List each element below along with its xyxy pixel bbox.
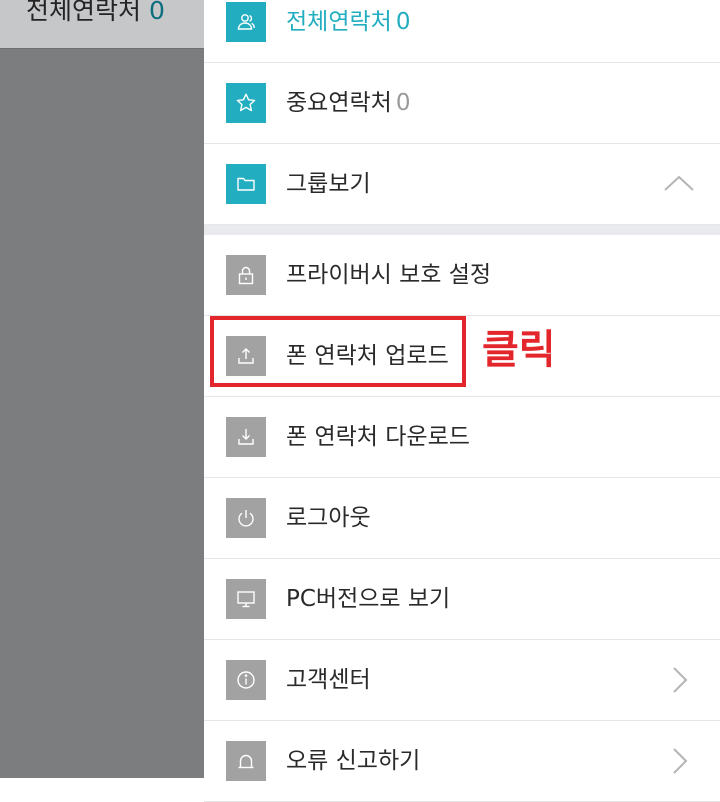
menu-item-report-error-label: 오류 신고하기 <box>286 748 421 774</box>
menu-item-download-phone-contacts-label: 폰 연락처 다운로드 <box>286 424 470 450</box>
menu-item-customer-center[interactable]: 고객센터 <box>204 640 720 721</box>
background-title-count: 0 <box>148 0 165 25</box>
menu-item-privacy-settings[interactable]: 프라이버시 보호 설정 <box>204 235 720 316</box>
monitor-icon <box>226 579 266 619</box>
menu-item-privacy-settings-label: 프라이버시 보호 설정 <box>286 262 492 288</box>
menu-item-download-phone-contacts[interactable]: 폰 연락처 다운로드 <box>204 397 720 478</box>
background-header: 전체연락처 0 <box>0 0 204 49</box>
menu-item-view-groups-label: 그룹보기 <box>286 171 371 197</box>
menu-item-logout[interactable]: 로그아웃 <box>204 478 720 559</box>
background-app[interactable]: 전체연락처 0 <box>0 0 204 778</box>
all-contacts-count: 0 <box>395 9 411 35</box>
chevron-up-icon[interactable] <box>662 170 696 198</box>
menu-item-customer-center-label: 고객센터 <box>286 667 371 693</box>
menu-item-all-contacts-label: 전체연락처 0 <box>286 0 410 62</box>
highlight-box <box>210 316 466 387</box>
chevron-right-icon <box>673 667 688 693</box>
all-contacts-text: 전체연락처 <box>286 9 392 35</box>
info-icon <box>226 660 266 700</box>
menu-item-logout-label: 로그아웃 <box>286 505 371 531</box>
contacts-menu: 전체연락처 0 중요연락처 0 그룹보기 <box>204 0 720 225</box>
power-icon <box>226 498 266 538</box>
people-icon <box>226 2 266 42</box>
menu-item-pc-version-label: PC버전으로 보기 <box>286 586 451 612</box>
click-annotation: 클릭 <box>482 327 556 373</box>
menu-item-important-contacts[interactable]: 중요연락처 0 <box>204 63 720 144</box>
menu-item-important-contacts-label: 중요연락처 0 <box>286 63 410 143</box>
section-divider <box>204 225 720 235</box>
menu-item-all-contacts[interactable]: 전체연락처 0 <box>204 0 720 63</box>
important-contacts-count: 0 <box>395 90 411 116</box>
menu-item-report-error[interactable]: 오류 신고하기 <box>204 721 720 802</box>
menu-item-pc-version[interactable]: PC버전으로 보기 <box>204 559 720 640</box>
folder-icon <box>226 164 266 204</box>
star-icon <box>226 83 266 123</box>
download-icon <box>226 417 266 457</box>
lock-icon <box>226 255 266 295</box>
navigation-drawer: 전체연락처 0 중요연락처 0 그룹보기 프라이버시 보호 설정 폰 연락처 업… <box>204 0 720 802</box>
chevron-right-icon <box>673 748 688 774</box>
background-title-text: 전체연락처 <box>26 0 142 25</box>
menu-item-view-groups[interactable]: 그룹보기 <box>204 144 720 225</box>
bell-icon <box>226 741 266 781</box>
important-contacts-text: 중요연락처 <box>286 90 392 116</box>
background-title: 전체연락처 0 <box>26 0 165 27</box>
